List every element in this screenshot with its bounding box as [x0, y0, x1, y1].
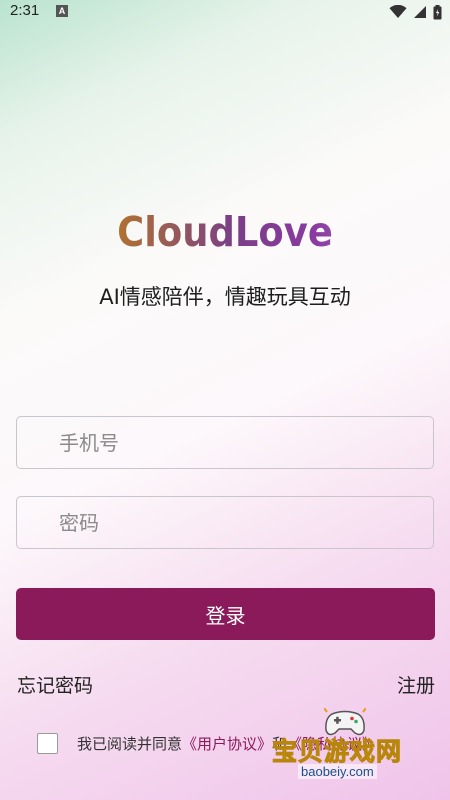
register-link[interactable]: 注册 — [397, 671, 435, 698]
app-logo: CloudLove — [23, 208, 428, 256]
signal-icon — [414, 6, 426, 18]
watermark-title: 宝贝游戏网 — [271, 737, 403, 767]
user-agreement-link[interactable]: 《用户协议》 — [182, 733, 272, 754]
status-bar: 2:31 A — [0, 0, 450, 26]
app-tagline: AI情感陪伴，情趣玩具互动 — [99, 285, 351, 309]
login-button[interactable]: 登录 — [16, 588, 435, 640]
password-input[interactable] — [16, 496, 434, 549]
forgot-password-link[interactable]: 忘记密码 — [17, 671, 93, 698]
agreement-prefix: 我已阅读并同意 — [77, 734, 183, 753]
notification-badge: A — [56, 5, 68, 17]
wifi-icon — [389, 5, 407, 18]
battery-icon — [433, 4, 442, 19]
watermark-url: baobeiy.com — [298, 764, 377, 779]
agreement-checkbox[interactable] — [37, 732, 58, 754]
watermark: 宝贝游戏网 baobeiy.com — [270, 706, 420, 784]
status-time: 2:31 — [10, 2, 40, 19]
phone-input[interactable] — [16, 416, 434, 469]
status-icons — [389, 3, 442, 21]
